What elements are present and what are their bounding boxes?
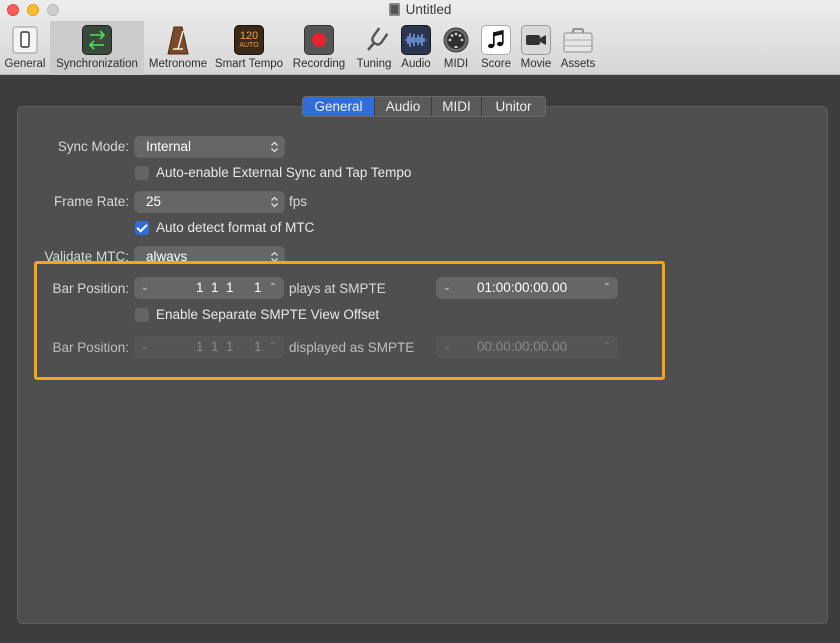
sync-icon — [82, 25, 112, 55]
checkbox-checked[interactable] — [135, 221, 149, 235]
toolbar-item-audio[interactable]: Audio — [396, 21, 436, 75]
tab-audio[interactable]: Audio — [375, 97, 432, 116]
toolbar-item-score[interactable]: Score — [476, 21, 516, 75]
toolbar-item-midi[interactable]: MIDI — [436, 21, 476, 75]
movie-camera-icon — [521, 25, 551, 55]
highlight-annotation-box — [34, 261, 665, 380]
window-title: Untitled — [0, 2, 840, 17]
tab-midi[interactable]: MIDI — [432, 97, 482, 116]
settings-tab-bar: General Audio MIDI Unitor — [302, 96, 546, 117]
document-icon — [388, 3, 400, 16]
tab-unitor[interactable]: Unitor — [482, 97, 545, 116]
metronome-icon — [163, 25, 193, 55]
frame-rate-label: Frame Rate: — [53, 194, 129, 209]
preferences-toolbar: General Synchronization Metronome 120 AU… — [0, 21, 600, 75]
score-notes-icon — [481, 25, 511, 55]
toolbar-item-smart-tempo[interactable]: 120 AUTO Smart Tempo — [212, 21, 286, 75]
smart-tempo-icon: 120 AUTO — [234, 25, 264, 55]
toolbar-item-metronome[interactable]: Metronome — [144, 21, 212, 75]
window-chrome: Untitled General Synchronization Metrono… — [0, 0, 840, 75]
toolbar-item-assets[interactable]: Assets — [556, 21, 600, 75]
toolbar-item-movie[interactable]: Movie — [516, 21, 556, 75]
tuning-fork-icon — [359, 25, 389, 55]
chevron-updown-icon — [271, 196, 278, 208]
midi-connector-icon — [441, 25, 471, 55]
toolbar-item-general[interactable]: General — [0, 21, 50, 75]
checkbox[interactable] — [135, 166, 149, 180]
fps-unit-label: fps — [289, 194, 308, 209]
validate-mtc-select[interactable]: always — [135, 247, 284, 262]
sync-mode-label: Sync Mode: — [57, 139, 129, 154]
audio-waveform-icon — [401, 25, 431, 55]
toolbar-item-tuning[interactable]: Tuning — [352, 21, 396, 75]
tab-general[interactable]: General — [303, 97, 375, 116]
briefcase-icon — [563, 25, 593, 55]
toolbar-item-synchronization[interactable]: Synchronization — [50, 21, 144, 75]
record-icon — [304, 25, 334, 55]
toolbar-item-recording[interactable]: Recording — [286, 21, 352, 75]
chevron-updown-icon — [271, 141, 278, 153]
validate-mtc-row: Validate MTC: always — [0, 240, 840, 262]
sync-mode-select[interactable]: Internal — [135, 137, 284, 157]
frame-rate-select[interactable]: 25 — [135, 192, 284, 212]
general-icon — [10, 25, 40, 55]
